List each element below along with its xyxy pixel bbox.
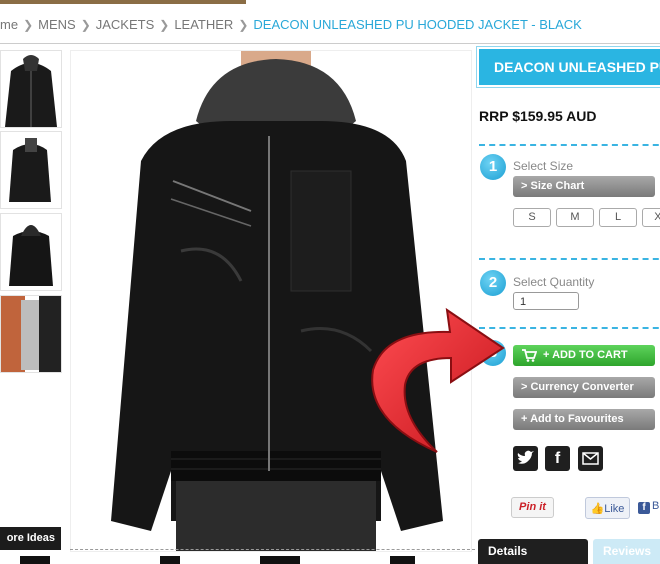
- thumbnail-front[interactable]: [0, 50, 62, 128]
- like-label: Like: [604, 503, 625, 515]
- chevron-right-icon: ❯: [238, 18, 249, 32]
- chevron-right-icon: ❯: [80, 18, 91, 32]
- breadcrumb-home[interactable]: me: [0, 17, 18, 32]
- email-icon[interactable]: [578, 446, 603, 471]
- thumbnail-side[interactable]: [0, 131, 62, 209]
- step-2-badge: 2: [480, 270, 506, 296]
- facebook-extra-text: B: [652, 500, 660, 512]
- facebook-icon[interactable]: f: [545, 446, 570, 471]
- thumbnail-inside[interactable]: [0, 295, 62, 373]
- select-quantity-label: Select Quantity: [513, 275, 595, 289]
- add-to-cart-button[interactable]: + ADD TO CART: [513, 345, 655, 366]
- twitter-icon[interactable]: [513, 446, 538, 471]
- add-to-cart-label: + ADD TO CART: [543, 349, 628, 361]
- add-to-favourites-button[interactable]: + Add to Favourites: [513, 409, 655, 430]
- facebook-like-button[interactable]: 👍Like: [585, 497, 630, 519]
- chevron-right-icon: ❯: [159, 18, 170, 32]
- chevron-right-icon: ❯: [23, 18, 34, 32]
- thumbnail-back[interactable]: [0, 213, 62, 291]
- size-option-s[interactable]: S: [513, 208, 551, 227]
- pinit-button[interactable]: Pin it: [511, 497, 554, 518]
- product-price: RRP $159.95 AUD: [479, 108, 597, 124]
- size-chart-button[interactable]: > Size Chart: [513, 176, 655, 197]
- breadcrumb-mens[interactable]: MENS: [38, 17, 76, 32]
- breadcrumb-jackets[interactable]: JACKETS: [96, 17, 155, 32]
- section-divider: [479, 144, 660, 146]
- header-divider: [0, 43, 660, 44]
- image-bottom-divider: [70, 549, 475, 550]
- quantity-input[interactable]: 1: [513, 292, 579, 310]
- step-1-badge: 1: [480, 154, 506, 180]
- more-ideas-button[interactable]: ore Ideas: [0, 527, 61, 550]
- breadcrumb-current: DEACON UNLEASHED PU HOODED JACKET - BLAC…: [253, 17, 582, 32]
- top-accent-bar: [0, 0, 246, 4]
- select-size-label: Select Size: [513, 159, 574, 173]
- size-option-xl[interactable]: XL: [642, 208, 660, 227]
- size-option-l[interactable]: L: [599, 208, 637, 227]
- red-arrow-icon: [371, 307, 505, 453]
- thumbs-up-icon: 👍: [590, 503, 605, 515]
- facebook-small-icon: f: [638, 502, 650, 514]
- product-title: DEACON UNLEASHED PU: [479, 49, 660, 85]
- tab-reviews[interactable]: Reviews: [593, 539, 660, 564]
- tab-details[interactable]: Details: [478, 539, 588, 564]
- currency-converter-button[interactable]: > Currency Converter: [513, 377, 655, 398]
- breadcrumb: me ❯ MENS ❯ JACKETS ❯ LEATHER ❯ DEACON UNLEASHED…: [0, 17, 582, 32]
- cart-icon: [522, 349, 537, 362]
- section-divider: [479, 258, 660, 260]
- size-option-m[interactable]: M: [556, 208, 594, 227]
- breadcrumb-leather[interactable]: LEATHER: [174, 17, 233, 32]
